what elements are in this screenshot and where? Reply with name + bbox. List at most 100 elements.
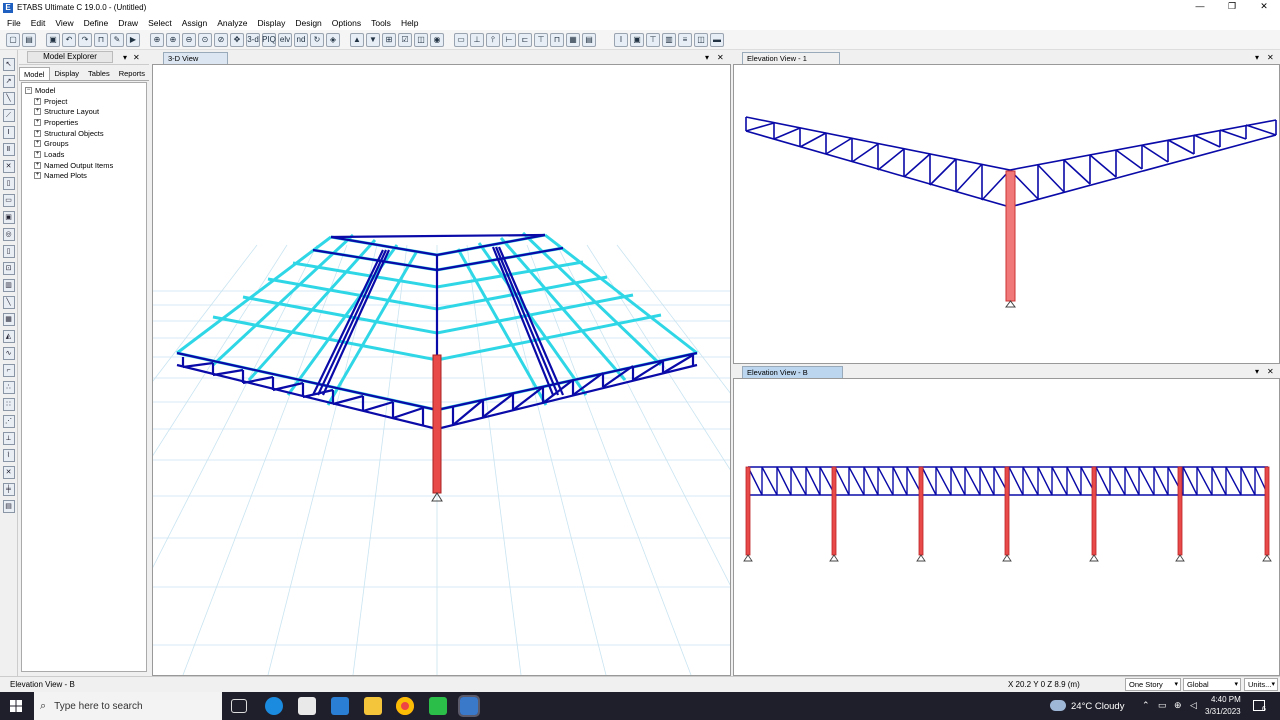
elevb-menu-button[interactable]: ▾ [1255, 367, 1259, 376]
windows-start-icon[interactable] [10, 700, 22, 712]
weather-text[interactable]: 24°C Cloudy [1071, 701, 1124, 712]
section-icon[interactable]: ▥ [662, 32, 676, 47]
member-icon[interactable]: ⫯ [486, 32, 500, 47]
line-style-icon[interactable]: ≡ [678, 32, 692, 47]
draw-section-cut-icon[interactable]: ╲ [2, 296, 15, 309]
draw-wall-stack-icon[interactable]: ⌐ [2, 364, 15, 377]
draw-reference-point-icon[interactable]: ∿ [2, 347, 15, 360]
tree-node-structure-layout[interactable]: + Structure Layout [25, 106, 143, 117]
set-display-icon[interactable]: ☑ [398, 32, 412, 47]
draw-dimension-icon[interactable]: ▦ [2, 313, 15, 326]
menu-display[interactable]: Display [253, 18, 291, 28]
pencil-icon[interactable]: ✎ [110, 32, 124, 47]
area-icon[interactable]: ⊓ [550, 32, 564, 47]
filter-icon[interactable]: ⊤ [646, 32, 660, 47]
network-icon[interactable]: ▭ [1158, 700, 1167, 711]
run-icon[interactable]: ▶ [126, 32, 140, 47]
view-3d-canvas[interactable] [0, 65, 947, 676]
expand-icon[interactable]: + [34, 140, 41, 148]
menu-define[interactable]: Define [80, 18, 115, 28]
close-button[interactable]: ✕ [1248, 0, 1280, 15]
volume-icon[interactable]: ◁ [1190, 700, 1197, 711]
tree-node-structural-objects[interactable]: + Structural Objects [25, 128, 143, 139]
options-icon[interactable]: ◉ [430, 32, 444, 47]
draw-frame-icon[interactable]: ╲ [2, 92, 15, 105]
snap-perpendicular-icon[interactable]: ⟂ [2, 432, 15, 445]
floor-icon[interactable]: ▤ [582, 32, 596, 47]
tab-reports[interactable]: Reports [115, 67, 150, 80]
zoom-window-icon[interactable]: ⊕ [150, 32, 164, 47]
elevb-close-button[interactable]: ✕ [1267, 367, 1274, 376]
tree-node-project[interactable]: + Project [25, 96, 143, 107]
minimize-button[interactable]: — [1184, 0, 1216, 15]
zoom-in-icon[interactable]: ⊕ [166, 32, 180, 47]
plan-view-icon[interactable]: PIQ [262, 32, 276, 47]
zoom-extents-icon[interactable]: ⊙ [198, 32, 212, 47]
elev1-menu-button[interactable]: ▾ [1255, 53, 1259, 62]
menu-analyze[interactable]: Analyze [213, 18, 253, 28]
elevation-b-canvas[interactable] [734, 379, 1279, 675]
collapse-icon[interactable]: − [25, 86, 32, 94]
open-icon[interactable]: ▤ [22, 32, 36, 47]
menu-options[interactable]: Options [328, 18, 367, 28]
undo-icon[interactable]: ↶ [62, 32, 76, 47]
save-icon[interactable]: ▣ [46, 32, 60, 47]
joint-icon[interactable]: ⊢ [502, 32, 516, 47]
expand-icon[interactable]: + [34, 150, 41, 158]
elevation-1-canvas[interactable] [734, 65, 1279, 363]
draw-link-icon[interactable]: ▯ [2, 245, 15, 258]
show-icon[interactable]: ◫ [414, 32, 428, 47]
menu-select[interactable]: Select [144, 18, 178, 28]
copy-icon[interactable]: ◫ [694, 32, 708, 47]
explorer-pin-button[interactable]: ▾ [123, 53, 127, 62]
tree-node-named-output-items[interactable]: + Named Output Items [25, 160, 143, 171]
tree-node-named-plots[interactable]: + Named Plots [25, 171, 143, 182]
lock-icon[interactable]: ⊓ [94, 32, 108, 47]
mail-icon[interactable] [331, 697, 349, 715]
snap-options-icon[interactable]: ▤ [2, 500, 15, 513]
elevation-view-icon[interactable]: elv [278, 32, 292, 47]
menu-view[interactable]: View [51, 18, 79, 28]
store-icon[interactable] [298, 697, 316, 715]
snap-lines-icon[interactable]: ⌇ [2, 449, 15, 462]
menu-assign[interactable]: Assign [178, 18, 214, 28]
expand-icon[interactable]: + [34, 108, 41, 116]
expand-icon[interactable]: + [34, 118, 41, 126]
tree-node-properties[interactable]: + Properties [25, 117, 143, 128]
draw-floor-icon[interactable]: ▯ [2, 177, 15, 190]
wall-icon[interactable]: ▦ [566, 32, 580, 47]
beam-icon[interactable]: ⊏ [518, 32, 532, 47]
story-select[interactable]: One Story [1125, 678, 1181, 691]
coord-system-select[interactable]: Global [1183, 678, 1241, 691]
view3d-close-button[interactable]: ✕ [717, 53, 724, 62]
task-view-icon[interactable] [231, 699, 247, 713]
clock-date[interactable]: 3/31/2023 [1205, 707, 1241, 716]
globe-icon[interactable]: ⊕ [1174, 700, 1182, 711]
clock-time[interactable]: 4:40 PM [1211, 695, 1241, 704]
explorer-close-button[interactable]: ✕ [133, 53, 140, 62]
menu-edit[interactable]: Edit [27, 18, 52, 28]
draw-beam-icon[interactable]: Ⅰ [2, 126, 15, 139]
rotate-icon[interactable]: ↻ [310, 32, 324, 47]
elev1-close-button[interactable]: ✕ [1267, 53, 1274, 62]
menu-tools[interactable]: Tools [367, 18, 397, 28]
expand-icon[interactable]: + [34, 129, 41, 137]
restore-button[interactable]: ❐ [1216, 0, 1248, 15]
tree-node-groups[interactable]: + Groups [25, 138, 143, 149]
move-down-icon[interactable]: ▼ [366, 32, 380, 47]
draw-cross-icon[interactable]: ✕ [2, 160, 15, 173]
edge-icon[interactable] [265, 697, 283, 715]
snap-fine-grid-icon[interactable]: ✕ [2, 466, 15, 479]
frame-icon[interactable]: ⊤ [534, 32, 548, 47]
draw-opening-icon[interactable]: ▣ [2, 211, 15, 224]
select-pointer-icon[interactable]: ↖ [2, 58, 15, 71]
menu-draw[interactable]: Draw [114, 18, 144, 28]
text-display-icon[interactable]: I [614, 32, 628, 47]
tree-node-model[interactable]: − Model [25, 85, 143, 96]
draw-point-icon[interactable]: ⊡ [2, 262, 15, 275]
tray-chevron-icon[interactable]: ⌃ [1142, 700, 1150, 711]
file-explorer-icon[interactable] [364, 697, 382, 715]
expand-icon[interactable]: + [34, 161, 41, 169]
reshape-icon[interactable]: ↗ [2, 75, 15, 88]
zoom-previous-icon[interactable]: ⊘ [214, 32, 228, 47]
